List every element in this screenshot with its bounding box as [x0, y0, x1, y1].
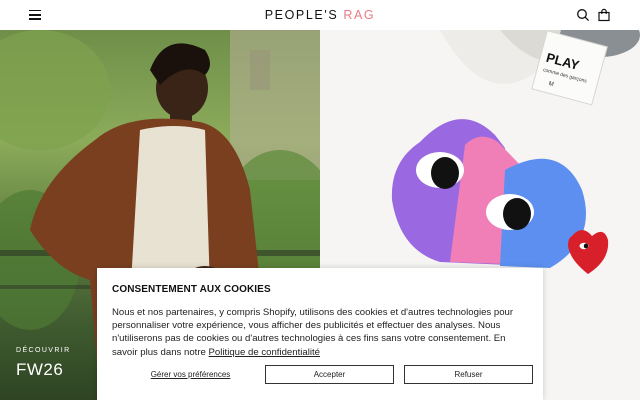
cookie-actions: Gérer vos préférences Accepter Refuser [112, 365, 533, 384]
logo-text-accent: RAG [343, 8, 376, 22]
shopping-bag-icon[interactable] [597, 8, 611, 22]
site-logo[interactable]: PEOPLE'S RAG [265, 8, 376, 22]
accept-cookies-button[interactable]: Accepter [265, 365, 394, 384]
search-icon[interactable] [576, 8, 590, 22]
hero-title[interactable]: FW26 [16, 360, 63, 380]
refuse-cookies-button[interactable]: Refuser [404, 365, 533, 384]
cookie-consent-banner: CONSENTEMENT AUX COOKIES Nous et nos par… [97, 268, 543, 400]
hamburger-menu-icon[interactable] [29, 10, 41, 20]
cookie-title: CONSENTEMENT AUX COOKIES [112, 284, 271, 295]
logo-text-main: PEOPLE'S [264, 8, 344, 22]
privacy-policy-link[interactable]: Politique de confidentialité [209, 347, 320, 358]
cookie-description: Nous et nos partenaires, y compris Shopi… [112, 306, 528, 359]
hero-kicker: DÉCOUVRIR [16, 347, 71, 354]
manage-preferences-link[interactable]: Gérer vos préférences [112, 365, 269, 384]
site-header: PEOPLE'S RAG [0, 0, 640, 30]
